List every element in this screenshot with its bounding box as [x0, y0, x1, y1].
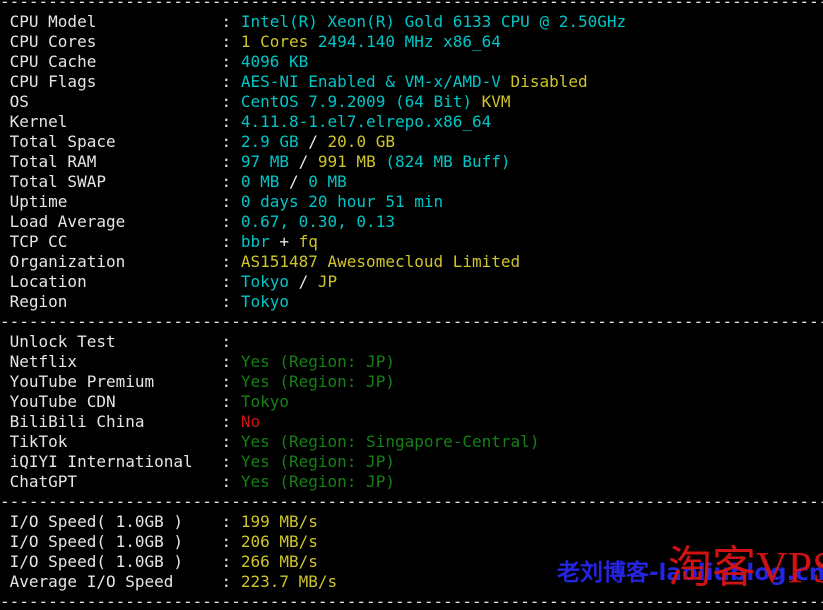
- row-value-segment: JP: [308, 272, 338, 291]
- terminal-row: Unlock Test :: [0, 332, 823, 352]
- row-label: Total Space :: [0, 132, 241, 151]
- row-value-segment: /: [298, 152, 309, 171]
- row-value-segment: /: [308, 132, 318, 151]
- row-value-segment: 199 MB/s: [240, 512, 318, 531]
- terminal-row: CPU Flags : AES-NI Enabled & VM-x/AMD-V …: [0, 72, 823, 92]
- terminal-row: ChatGPT : Yes (Region: JP): [0, 472, 823, 492]
- row-value-segment: (824 MB Buff): [385, 152, 511, 171]
- separator-row: ----------------------------------------…: [0, 492, 823, 511]
- row-label: YouTube CDN :: [0, 392, 241, 411]
- terminal-row: YouTube CDN : Tokyo: [0, 392, 823, 412]
- row-label: CPU Model :: [0, 12, 241, 31]
- terminal-row: Kernel : 4.11.8-1.el7.elrepo.x86_64: [0, 112, 823, 132]
- row-value-segment: Yes (Region: Singapore-Central): [240, 432, 540, 451]
- row-value-segment: AES-NI Enabled & VM-x/AMD-V: [240, 72, 511, 91]
- row-label: Uptime :: [0, 192, 241, 211]
- row-label: CPU Cores :: [0, 32, 241, 51]
- row-value-segment: 991 MB: [308, 152, 386, 171]
- row-label: TikTok :: [0, 432, 241, 451]
- terminal-row: BiliBili China : No: [0, 412, 823, 432]
- row-value-segment: Tokyo: [240, 392, 289, 411]
- row-label: I/O Speed( 1.0GB ) :: [0, 552, 241, 571]
- terminal-row: Region : Tokyo: [0, 292, 823, 312]
- row-value-segment: bbr: [240, 232, 270, 251]
- watermark-vps: 淘客VPS: [668, 543, 823, 592]
- row-value-segment: 2.9 GB: [240, 132, 309, 151]
- row-label: Region :: [0, 292, 241, 311]
- row-label: Total RAM :: [0, 152, 241, 171]
- row-value-segment: /: [289, 172, 299, 191]
- terminal-row: TikTok : Yes (Region: Singapore-Central): [0, 432, 823, 452]
- row-label: I/O Speed( 1.0GB ) :: [0, 512, 241, 531]
- row-value-segment: 0 MB: [298, 172, 347, 191]
- row-label: Total SWAP :: [0, 172, 241, 191]
- row-label: Netflix :: [0, 352, 241, 371]
- row-value-segment: 2494.140 MHz x86_64: [308, 32, 501, 51]
- row-value-segment: No: [240, 412, 261, 431]
- row-value-segment: 4096 KB: [240, 52, 309, 71]
- row-label: CPU Flags :: [0, 72, 241, 91]
- row-value-segment: Tokyo: [240, 272, 299, 291]
- row-value-segment: 0 days 20 hour 51 min: [240, 192, 444, 211]
- row-value-segment: /: [298, 272, 309, 291]
- terminal-row: YouTube Premium : Yes (Region: JP): [0, 372, 823, 392]
- terminal-row: Total RAM : 97 MB / 991 MB (824 MB Buff): [0, 152, 823, 172]
- row-value-segment: 206 MB/s: [240, 532, 318, 551]
- row-value-segment: Intel(R) Xeon(R) Gold 6133 CPU @ 2.50GHz: [240, 12, 627, 31]
- row-value-segment: Yes (Region: JP): [240, 472, 395, 491]
- row-label: Kernel :: [0, 112, 241, 131]
- row-label: iQIYI International :: [0, 452, 241, 471]
- row-value-segment: Disabled: [510, 72, 588, 91]
- row-value-segment: 20.0 GB: [317, 132, 395, 151]
- terminal-row: CPU Cores : 1 Cores 2494.140 MHz x86_64: [0, 32, 823, 52]
- terminal-row: I/O Speed( 1.0GB ) : 199 MB/s: [0, 512, 823, 532]
- terminal-window: ----------------------------------------…: [0, 0, 823, 610]
- row-value-segment: Yes (Region: JP): [240, 352, 395, 371]
- row-value-segment: 4.11.8-1.el7.elrepo.x86_64: [240, 112, 492, 131]
- row-value-segment: Yes (Region: JP): [240, 452, 395, 471]
- terminal-row: iQIYI International : Yes (Region: JP): [0, 452, 823, 472]
- row-value-segment: fq: [298, 232, 318, 251]
- row-value-segment: AS151487 Awesomecloud Limited: [240, 252, 521, 271]
- row-value-segment: 223.7 MB/s: [240, 572, 338, 591]
- terminal-row: Load Average : 0.67, 0.30, 0.13: [0, 212, 823, 232]
- terminal-row: TCP CC : bbr + fq: [0, 232, 823, 252]
- row-value-segment: 1 Cores: [240, 32, 309, 51]
- row-value-segment: +: [269, 232, 299, 251]
- terminal-row: OS : CentOS 7.9.2009 (64 Bit) KVM: [0, 92, 823, 112]
- row-label: CPU Cache :: [0, 52, 241, 71]
- row-label: Organization :: [0, 252, 241, 271]
- row-label: Average I/O Speed :: [0, 572, 241, 591]
- terminal-row: Total Space : 2.9 GB / 20.0 GB: [0, 132, 823, 152]
- row-label: Location :: [0, 272, 241, 291]
- row-label: BiliBili China :: [0, 412, 241, 431]
- separator-row: ----------------------------------------…: [0, 0, 823, 11]
- terminal-row: CPU Cache : 4096 KB: [0, 52, 823, 72]
- terminal-row: Location : Tokyo / JP: [0, 272, 823, 292]
- row-value-segment: 0.67, 0.30, 0.13: [240, 212, 395, 231]
- row-label: OS :: [0, 92, 241, 111]
- row-value-segment: Yes (Region: JP): [240, 372, 395, 391]
- row-value-segment: 0 MB: [240, 172, 289, 191]
- row-label: I/O Speed( 1.0GB ) :: [0, 532, 241, 551]
- terminal-row: Uptime : 0 days 20 hour 51 min: [0, 192, 823, 212]
- row-value-segment: 266 MB/s: [240, 552, 318, 571]
- separator-row: ----------------------------------------…: [0, 312, 823, 331]
- terminal-row: Netflix : Yes (Region: JP): [0, 352, 823, 372]
- row-label: ChatGPT :: [0, 472, 241, 491]
- row-label: Load Average :: [0, 212, 241, 231]
- row-value-segment: KVM: [481, 92, 511, 111]
- terminal-row: CPU Model : Intel(R) Xeon(R) Gold 6133 C…: [0, 12, 823, 32]
- row-value-segment: 97 MB: [240, 152, 299, 171]
- row-value-segment: Tokyo: [240, 292, 289, 311]
- terminal-row: Total SWAP : 0 MB / 0 MB: [0, 172, 823, 192]
- row-label: YouTube Premium :: [0, 372, 241, 391]
- row-label: Unlock Test :: [0, 332, 241, 351]
- row-value-segment: CentOS 7.9.2009 (64 Bit): [240, 92, 482, 111]
- row-label: TCP CC :: [0, 232, 241, 251]
- terminal-row: Organization : AS151487 Awesomecloud Lim…: [0, 252, 823, 272]
- separator-row: ----------------------------------------…: [0, 592, 823, 610]
- terminal-output: ----------------------------------------…: [0, 0, 823, 610]
